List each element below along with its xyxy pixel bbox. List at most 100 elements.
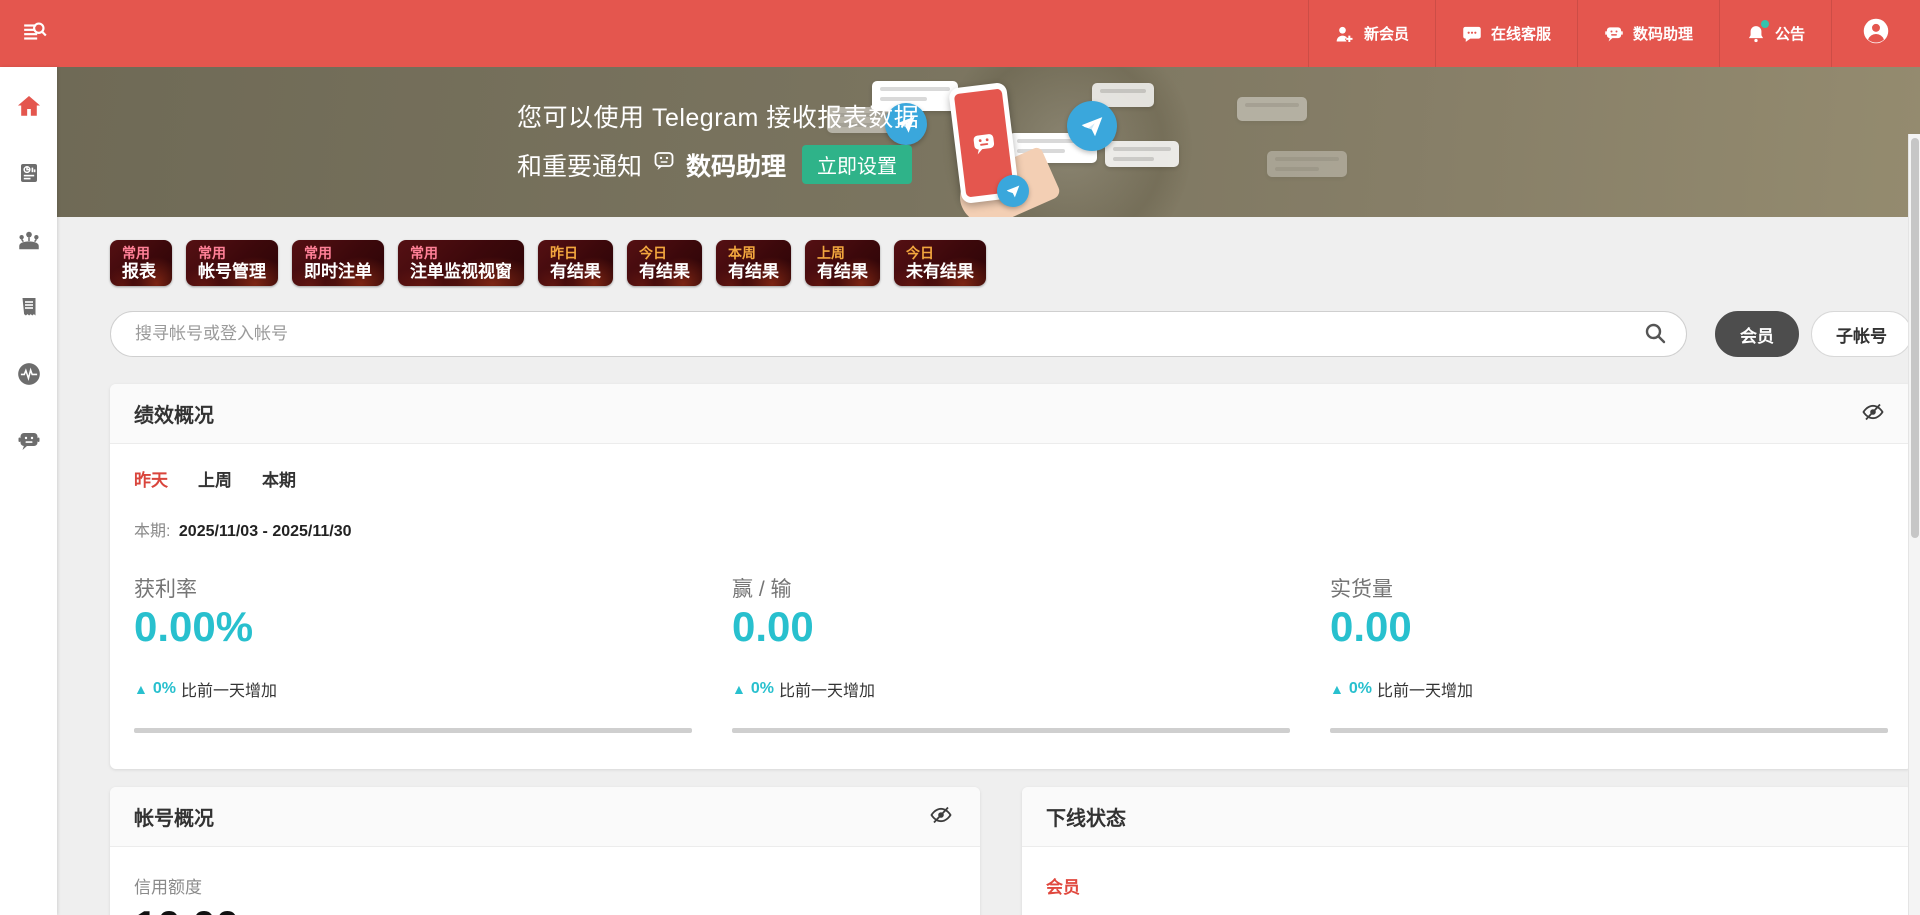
vertical-scrollbar[interactable] bbox=[1908, 134, 1920, 915]
banner-illustration bbox=[57, 67, 1920, 217]
stat-value: 0.00% bbox=[134, 603, 692, 651]
delta-text: 比前一天增加 bbox=[779, 677, 875, 701]
period-label: 本期: bbox=[134, 523, 170, 540]
performance-panel-title: 绩效概况 bbox=[134, 399, 214, 428]
delta-percent: 0% bbox=[1349, 680, 1372, 698]
sidebar-item-activity[interactable] bbox=[9, 355, 49, 395]
robot-icon bbox=[652, 149, 676, 180]
notification-dot bbox=[1761, 20, 1769, 28]
downline-status-panel: 下线状态 会员 bbox=[1022, 787, 1912, 915]
hide-values-button[interactable] bbox=[926, 802, 956, 832]
quick-button-yesterday-results[interactable]: 昨日 有结果 bbox=[538, 240, 613, 286]
chat-bubble-graphic bbox=[1237, 97, 1307, 121]
search-field bbox=[110, 311, 1687, 357]
telegram-promo-banner[interactable]: 您可以使用 Telegram 接收报表数据 和重要通知 数码助理 bbox=[57, 67, 1920, 217]
quick-button-live-bets[interactable]: 常用 即时注单 bbox=[292, 240, 384, 286]
scrollbar-thumb[interactable] bbox=[1911, 138, 1919, 538]
downline-panel-header: 下线状态 bbox=[1022, 787, 1912, 847]
nav-item-online-support[interactable]: 在线客服 bbox=[1435, 0, 1577, 67]
quick-tag: 本周 bbox=[728, 245, 779, 262]
quick-button-account-mgmt[interactable]: 常用 帐号管理 bbox=[186, 240, 278, 286]
search-button[interactable] bbox=[1639, 318, 1671, 350]
quick-label: 有结果 bbox=[550, 262, 601, 281]
stat-progress-bar bbox=[732, 728, 1290, 733]
person-add-icon bbox=[1335, 24, 1355, 44]
group-icon bbox=[16, 227, 42, 256]
quick-button-today-noresults[interactable]: 今日 未有结果 bbox=[894, 240, 986, 286]
quick-tag: 常用 bbox=[198, 245, 266, 262]
nav-item-label: 在线客服 bbox=[1491, 23, 1551, 44]
sidebar-item-home[interactable] bbox=[9, 87, 49, 127]
stat-progress-bar bbox=[1330, 728, 1888, 733]
telegram-plane-icon bbox=[997, 175, 1029, 207]
nav-item-new-member[interactable]: 新会员 bbox=[1308, 0, 1435, 67]
main-content: 常用 报表 常用 帐号管理 常用 即时注单 常用 注单监视视窗 bbox=[57, 217, 1920, 915]
search-icon bbox=[1643, 321, 1667, 348]
account-overview-panel: 帐号概况 bbox=[110, 787, 980, 915]
phone-screen-graphic bbox=[954, 88, 1014, 197]
user-avatar-button[interactable] bbox=[1831, 0, 1920, 67]
quick-label: 报表 bbox=[122, 262, 160, 281]
quick-tag: 昨日 bbox=[550, 245, 601, 262]
account-panel-title: 帐号概况 bbox=[134, 802, 214, 831]
downline-panel-body: 会员 bbox=[1022, 847, 1912, 915]
robot-icon bbox=[1604, 24, 1624, 44]
hand-graphic bbox=[952, 146, 1062, 217]
quick-access-row: 常用 报表 常用 帐号管理 常用 即时注单 常用 注单监视视窗 bbox=[110, 240, 1912, 286]
nav-item-digital-assistant[interactable]: 数码助理 bbox=[1577, 0, 1719, 67]
banner-bot-name: 数码助理 bbox=[686, 147, 786, 183]
delta-text: 比前一天增加 bbox=[181, 677, 277, 701]
banner-line1: 您可以使用 Telegram 接收报表数据 bbox=[517, 98, 919, 134]
up-triangle-icon: ▲ bbox=[134, 681, 148, 697]
quick-tag: 常用 bbox=[122, 245, 160, 262]
quick-tag: 常用 bbox=[410, 245, 512, 262]
stat-label: 实货量 bbox=[1330, 573, 1888, 603]
chat-bubble-graphic bbox=[1105, 141, 1179, 167]
quick-tag: 今日 bbox=[906, 245, 974, 262]
sidebar-item-statements[interactable] bbox=[9, 288, 49, 328]
left-sidebar bbox=[0, 67, 57, 915]
nav-item-label: 公告 bbox=[1775, 23, 1805, 44]
stat-label: 赢 / 输 bbox=[732, 573, 1290, 603]
setup-now-button[interactable]: 立即设置 bbox=[802, 145, 912, 184]
delta-percent: 0% bbox=[751, 680, 774, 698]
chat-bubble-graphic bbox=[1092, 83, 1154, 107]
quick-button-bet-monitor[interactable]: 常用 注单监视视窗 bbox=[398, 240, 524, 286]
stat-turnover: 实货量 0.00 ▲ 0% 比前一天增加 bbox=[1330, 573, 1888, 733]
toggle-member-button[interactable]: 会员 bbox=[1715, 311, 1799, 357]
quick-button-lastweek-results[interactable]: 上周 有结果 bbox=[805, 240, 880, 286]
up-triangle-icon: ▲ bbox=[732, 681, 746, 697]
telegram-plane-icon bbox=[1067, 101, 1117, 151]
app-root: 新会员 在线客服 bbox=[0, 0, 1920, 915]
tab-yesterday[interactable]: 昨天 bbox=[134, 466, 168, 491]
avatar-icon bbox=[1862, 17, 1890, 50]
phone-graphic bbox=[948, 82, 1020, 204]
stat-delta: ▲ 0% 比前一天增加 bbox=[134, 677, 692, 701]
toggle-subaccount-button[interactable]: 子帐号 bbox=[1811, 311, 1912, 357]
search-input[interactable] bbox=[110, 311, 1687, 357]
sidebar-item-assistant[interactable] bbox=[9, 422, 49, 462]
tab-last-week[interactable]: 上周 bbox=[198, 466, 232, 491]
tab-members[interactable]: 会员 bbox=[1046, 873, 1080, 898]
stat-value: 0.00 bbox=[1330, 603, 1888, 651]
robot-icon bbox=[968, 127, 999, 158]
stat-value: 0.00 bbox=[732, 603, 1290, 651]
quick-button-reports[interactable]: 常用 报表 bbox=[110, 240, 172, 286]
performance-panel-body: 昨天 上周 本期 本期: 2025/11/03 - 2025/11/30 获利率… bbox=[110, 444, 1912, 769]
top-navbar: 新会员 在线客服 bbox=[0, 0, 1920, 67]
period-range: 本期: 2025/11/03 - 2025/11/30 bbox=[134, 517, 1888, 541]
stat-delta: ▲ 0% 比前一天增加 bbox=[1330, 677, 1888, 701]
quick-button-today-results[interactable]: 今日 有结果 bbox=[627, 240, 702, 286]
tab-this-period[interactable]: 本期 bbox=[262, 466, 296, 491]
sidebar-item-accounts[interactable] bbox=[9, 221, 49, 261]
receipt-icon bbox=[17, 295, 41, 322]
nav-item-announcements[interactable]: 公告 bbox=[1719, 0, 1831, 67]
menu-search-button[interactable] bbox=[0, 0, 70, 67]
quick-button-thisweek-results[interactable]: 本周 有结果 bbox=[716, 240, 791, 286]
sidebar-item-reports[interactable] bbox=[9, 154, 49, 194]
banner-text: 您可以使用 Telegram 接收报表数据 和重要通知 数码助理 bbox=[517, 98, 919, 184]
up-triangle-icon: ▲ bbox=[1330, 681, 1344, 697]
quick-label: 有结果 bbox=[817, 262, 868, 281]
home-icon bbox=[16, 93, 42, 122]
hide-values-button[interactable] bbox=[1858, 399, 1888, 429]
